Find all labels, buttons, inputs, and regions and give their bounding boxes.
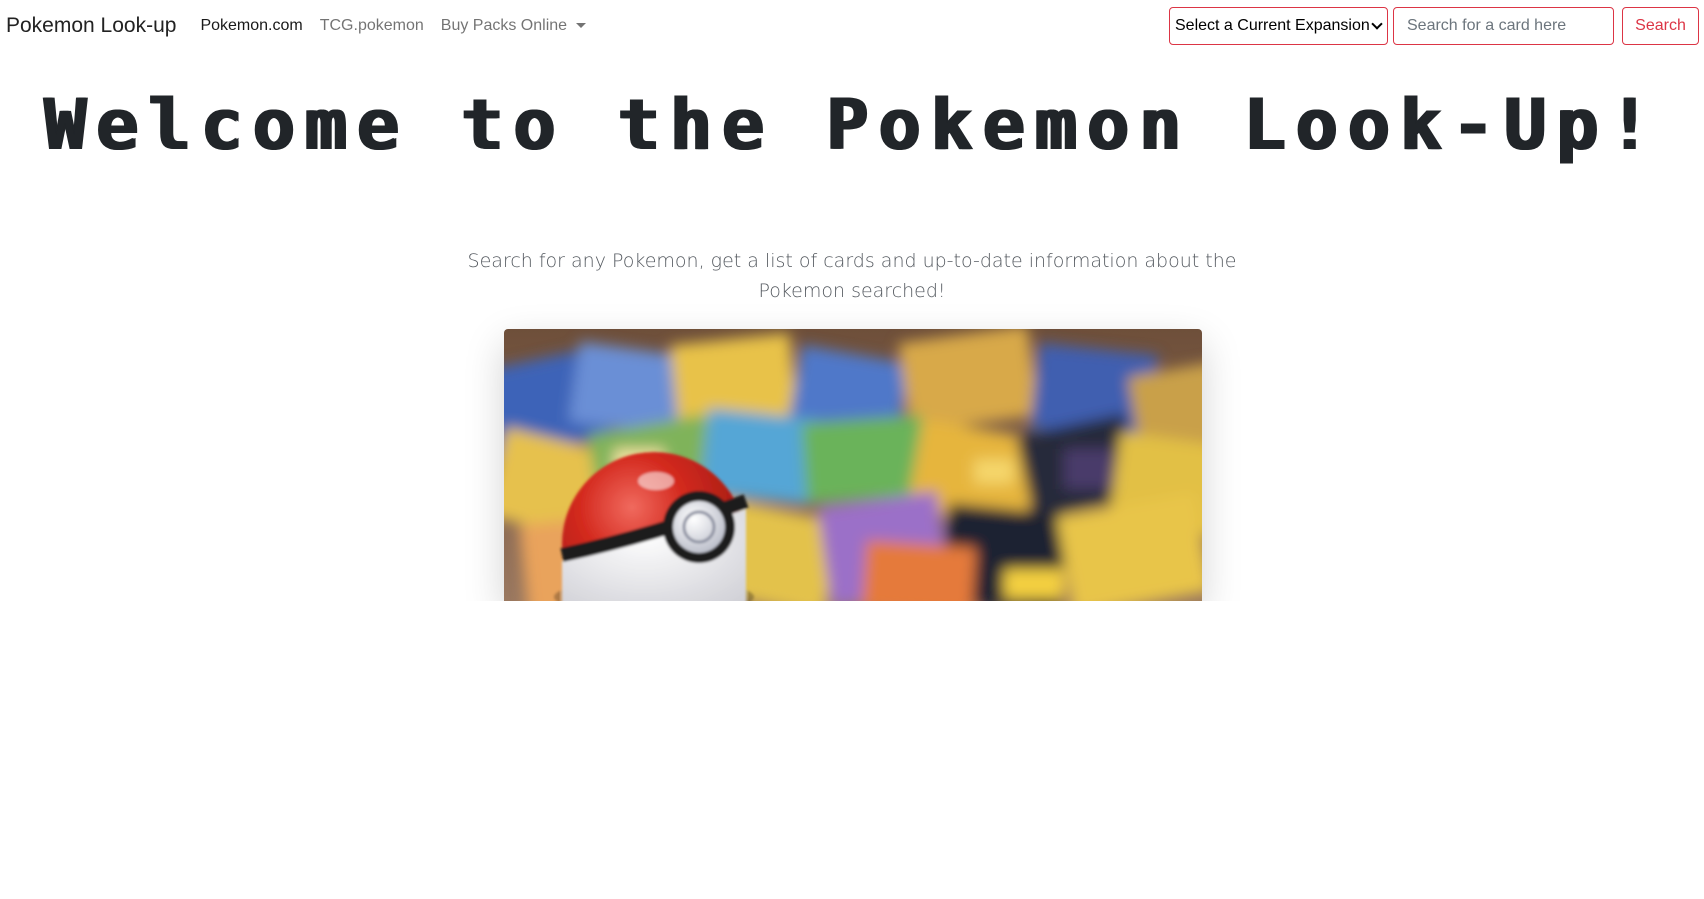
expansion-select-value: Select a Current Expansion — [1175, 17, 1370, 34]
chevron-down-icon — [1371, 17, 1383, 30]
caret-down-icon — [576, 22, 587, 28]
hero-image — [504, 329, 1202, 601]
search-button[interactable]: Search — [1622, 7, 1699, 45]
page-title: Welcome to the Pokemon Look-Up! — [43, 84, 1661, 166]
search-form: Select a Current Expansion Search — [1169, 7, 1699, 45]
nav-dropdown-buy-packs[interactable]: Buy Packs Online — [440, 17, 587, 35]
page-fold — [450, 601, 1260, 661]
navbar: Pokemon Look-up Pokemon.com TCG.pokemon … — [0, 0, 1704, 52]
expansion-select[interactable]: Select a Current Expansion — [1169, 7, 1388, 45]
nav-dropdown-label: Buy Packs Online — [440, 17, 568, 34]
search-input[interactable] — [1393, 7, 1614, 45]
nav-link-pokemon-com[interactable]: Pokemon.com — [200, 17, 302, 35]
hero-lead-text: Search for any Pokemon, get a list of ca… — [467, 250, 1237, 302]
nav-link-tcg-pokemon[interactable]: TCG.pokemon — [320, 17, 424, 35]
brand-link[interactable]: Pokemon Look-up — [6, 14, 176, 38]
